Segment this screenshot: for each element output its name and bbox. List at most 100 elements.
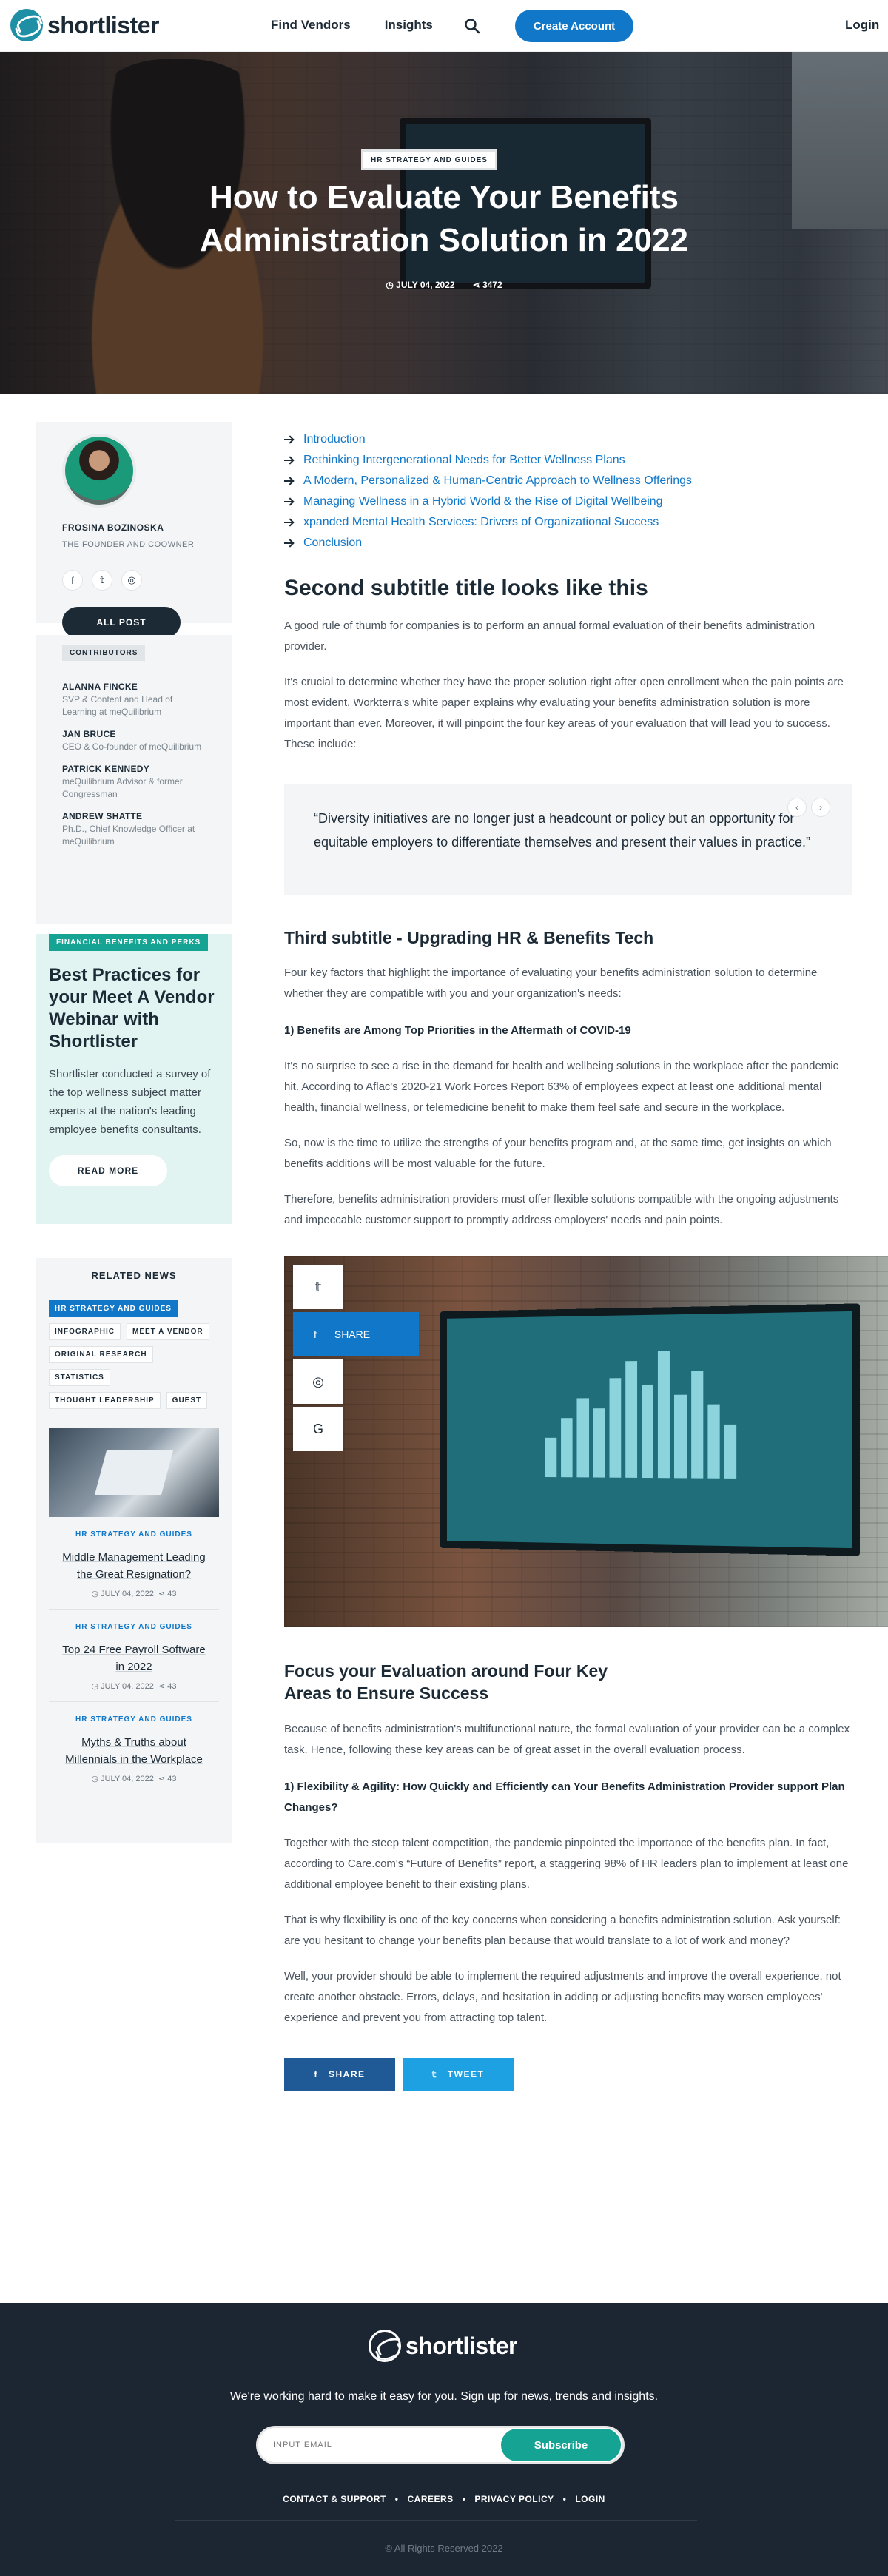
tag-hr-strategy[interactable]: HR STRATEGY AND GUIDES [49,1300,178,1317]
related-news-title: RELATED NEWS [91,1270,177,1281]
related-post-shares: 43 [167,1775,177,1783]
share-button-label: SHARE [328,2069,366,2079]
tag-meet-a-vendor[interactable]: MEET A VENDOR [127,1323,209,1340]
tag-infographic[interactable]: INFOGRAPHIC [49,1323,121,1340]
contributors-label: CONTRIBUTORS [62,645,146,661]
instagram-icon[interactable]: ◎ [293,1359,343,1404]
tag-statistics[interactable]: STATISTICS [49,1369,110,1386]
related-post-thumbnail[interactable] [49,1428,219,1517]
related-post-title[interactable]: Middle Management Leading the Great Resi… [61,1549,207,1583]
toc-item[interactable]: Introduction [284,429,852,450]
quote-text: “Diversity initiatives are no longer jus… [314,811,811,850]
create-account-button[interactable]: Create Account [515,10,633,42]
share-icon: ⋖ [472,280,482,290]
related-post-title[interactable]: Top 24 Free Payroll Software in 2022 [61,1641,207,1675]
related-post-title[interactable]: Myths & Truths about Millennials in the … [61,1734,207,1768]
toc-link[interactable]: Managing Wellness in a Hybrid World & th… [303,495,663,508]
chevron-left-icon[interactable]: ‹ [787,798,807,817]
twitter-icon[interactable]: 𝕥 [293,1265,343,1309]
related-post-date: JULY 04, 2022 [101,1682,154,1691]
footer-tagline: We're working hard to make it easy for y… [229,2390,659,2403]
related-post-meta: ◷ JULY 04, 2022 ⋖ 43 [61,1681,207,1691]
site-logo[interactable]: shortlister [10,9,159,41]
logo-text: shortlister [47,11,159,38]
share-icon: ⋖ [158,1682,168,1691]
facebook-icon[interactable]: f [62,570,83,591]
instagram-icon[interactable]: ◎ [121,570,142,591]
sub-heading: 1) Flexibility & Agility: How Quickly an… [284,1780,845,1814]
toc-item[interactable]: Conclusion [284,533,852,554]
hero-category-tag[interactable]: HR STRATEGY AND GUIDES [361,149,497,170]
nav-insights[interactable]: Insights [385,18,433,33]
toc-item[interactable]: Rethinking Intergenerational Needs for B… [284,450,852,471]
article-image: 𝕥 f SHARE ◎ G [284,1256,888,1627]
related-post-shares: 43 [167,1682,177,1691]
newsletter-form: Subscribe [256,2426,625,2464]
toc-link[interactable]: Rethinking Intergenerational Needs for B… [303,454,625,467]
tag-thought-leadership[interactable]: THOUGHT LEADERSHIP [49,1392,161,1409]
related-tags: HR STRATEGY AND GUIDES INFOGRAPHIC MEET … [49,1300,219,1409]
subscribe-button[interactable]: Subscribe [501,2429,621,2461]
dashboard-monitor-image [440,1303,861,1556]
paragraph: Well, your provider should be able to im… [284,1970,841,2024]
footer-link-contact[interactable]: CONTACT & SUPPORT [283,2494,386,2504]
related-post-category[interactable]: HR STRATEGY AND GUIDES [61,1530,207,1538]
author-card: FROSINA BOZINOSKA THE FOUNDER AND COOWNE… [36,422,232,638]
share-icon: ⋖ [158,1590,168,1598]
quote-nav: ‹ › [787,798,830,817]
facebook-icon: f [314,1328,317,1340]
floating-share-bar: 𝕥 f SHARE ◎ G [293,1265,419,1451]
author-socials: f 𝕥 ◎ [62,570,142,591]
toc-link[interactable]: xpanded Mental Health Services: Drivers … [303,516,659,529]
toc-link[interactable]: Introduction [303,433,366,446]
toc-link[interactable]: A Modern, Personalized & Human-Centric A… [303,474,692,488]
footer-link-privacy[interactable]: PRIVACY POLICY [474,2494,554,2504]
read-more-button[interactable]: READ MORE [49,1155,167,1186]
footer-logo[interactable]: shortlister [369,2330,517,2362]
arrow-right-icon [284,435,293,444]
promo-title[interactable]: Best Practices for your Meet A Vendor We… [49,964,219,1053]
share-buttons: f SHARE 𝕥 TWEET [284,2058,852,2091]
related-post-date: JULY 04, 2022 [101,1590,154,1598]
page-title: How to Evaluate Your Benefits Administra… [199,179,689,258]
section-heading: Second subtitle title looks like this [284,576,648,600]
footer-link-careers[interactable]: CAREERS [407,2494,453,2504]
google-icon[interactable]: G [293,1407,343,1451]
hero-date: ◷ JULY 04, 2022 [386,280,454,290]
nav-find-vendors[interactable]: Find Vendors [271,18,351,33]
paragraph: Because of benefits administration's mul… [284,1723,850,1756]
arrow-right-icon [284,477,293,485]
related-post-category[interactable]: HR STRATEGY AND GUIDES [61,1715,207,1724]
login-link[interactable]: Login [845,18,879,33]
pull-quote: “Diversity initiatives are no longer jus… [284,784,852,895]
facebook-share-button[interactable]: f SHARE [284,2058,395,2091]
contributor-role: SVP & Content and Head of Learning at me… [62,694,173,717]
clock-icon: ◷ [91,1590,101,1598]
facebook-share-button[interactable]: f SHARE [293,1312,419,1356]
tweet-button[interactable]: 𝕥 TWEET [403,2058,514,2091]
search-icon[interactable] [464,18,480,34]
clock-icon: ◷ [91,1775,101,1783]
twitter-icon[interactable]: 𝕥 [92,570,112,591]
toc-link[interactable]: Conclusion [303,537,362,550]
email-input[interactable] [258,2428,501,2462]
tag-original-research[interactable]: ORIGINAL RESEARCH [49,1346,153,1363]
footer-link-login[interactable]: LOGIN [575,2494,605,2504]
site-footer: shortlister We're working hard to make i… [0,2303,888,2576]
main-nav: Find Vendors Insights [271,18,433,33]
toc-item[interactable]: xpanded Mental Health Services: Drivers … [284,512,852,533]
logo-mark-icon [10,9,43,41]
tag-guest[interactable]: GUEST [166,1392,208,1409]
toc-item[interactable]: Managing Wellness in a Hybrid World & th… [284,491,852,512]
site-header: shortlister Find Vendors Insights Create… [0,0,888,52]
author-name: FROSINA BOZINOSKA [62,522,164,533]
hero-shares: ⋖ 3472 [473,280,502,290]
table-of-contents: Introduction Rethinking Intergenerationa… [284,429,852,554]
all-post-button[interactable]: ALL POST [62,607,181,638]
toc-item[interactable]: A Modern, Personalized & Human-Centric A… [284,471,852,491]
chevron-right-icon[interactable]: › [811,798,830,817]
dashboard-bars [545,1343,737,1479]
related-post-category[interactable]: HR STRATEGY AND GUIDES [61,1623,207,1631]
contributors-panel: CONTRIBUTORS ALANNA FINCKE SVP & Content… [36,635,232,924]
promo-category-tag[interactable]: FINANCIAL BENEFITS AND PERKS [49,934,209,951]
